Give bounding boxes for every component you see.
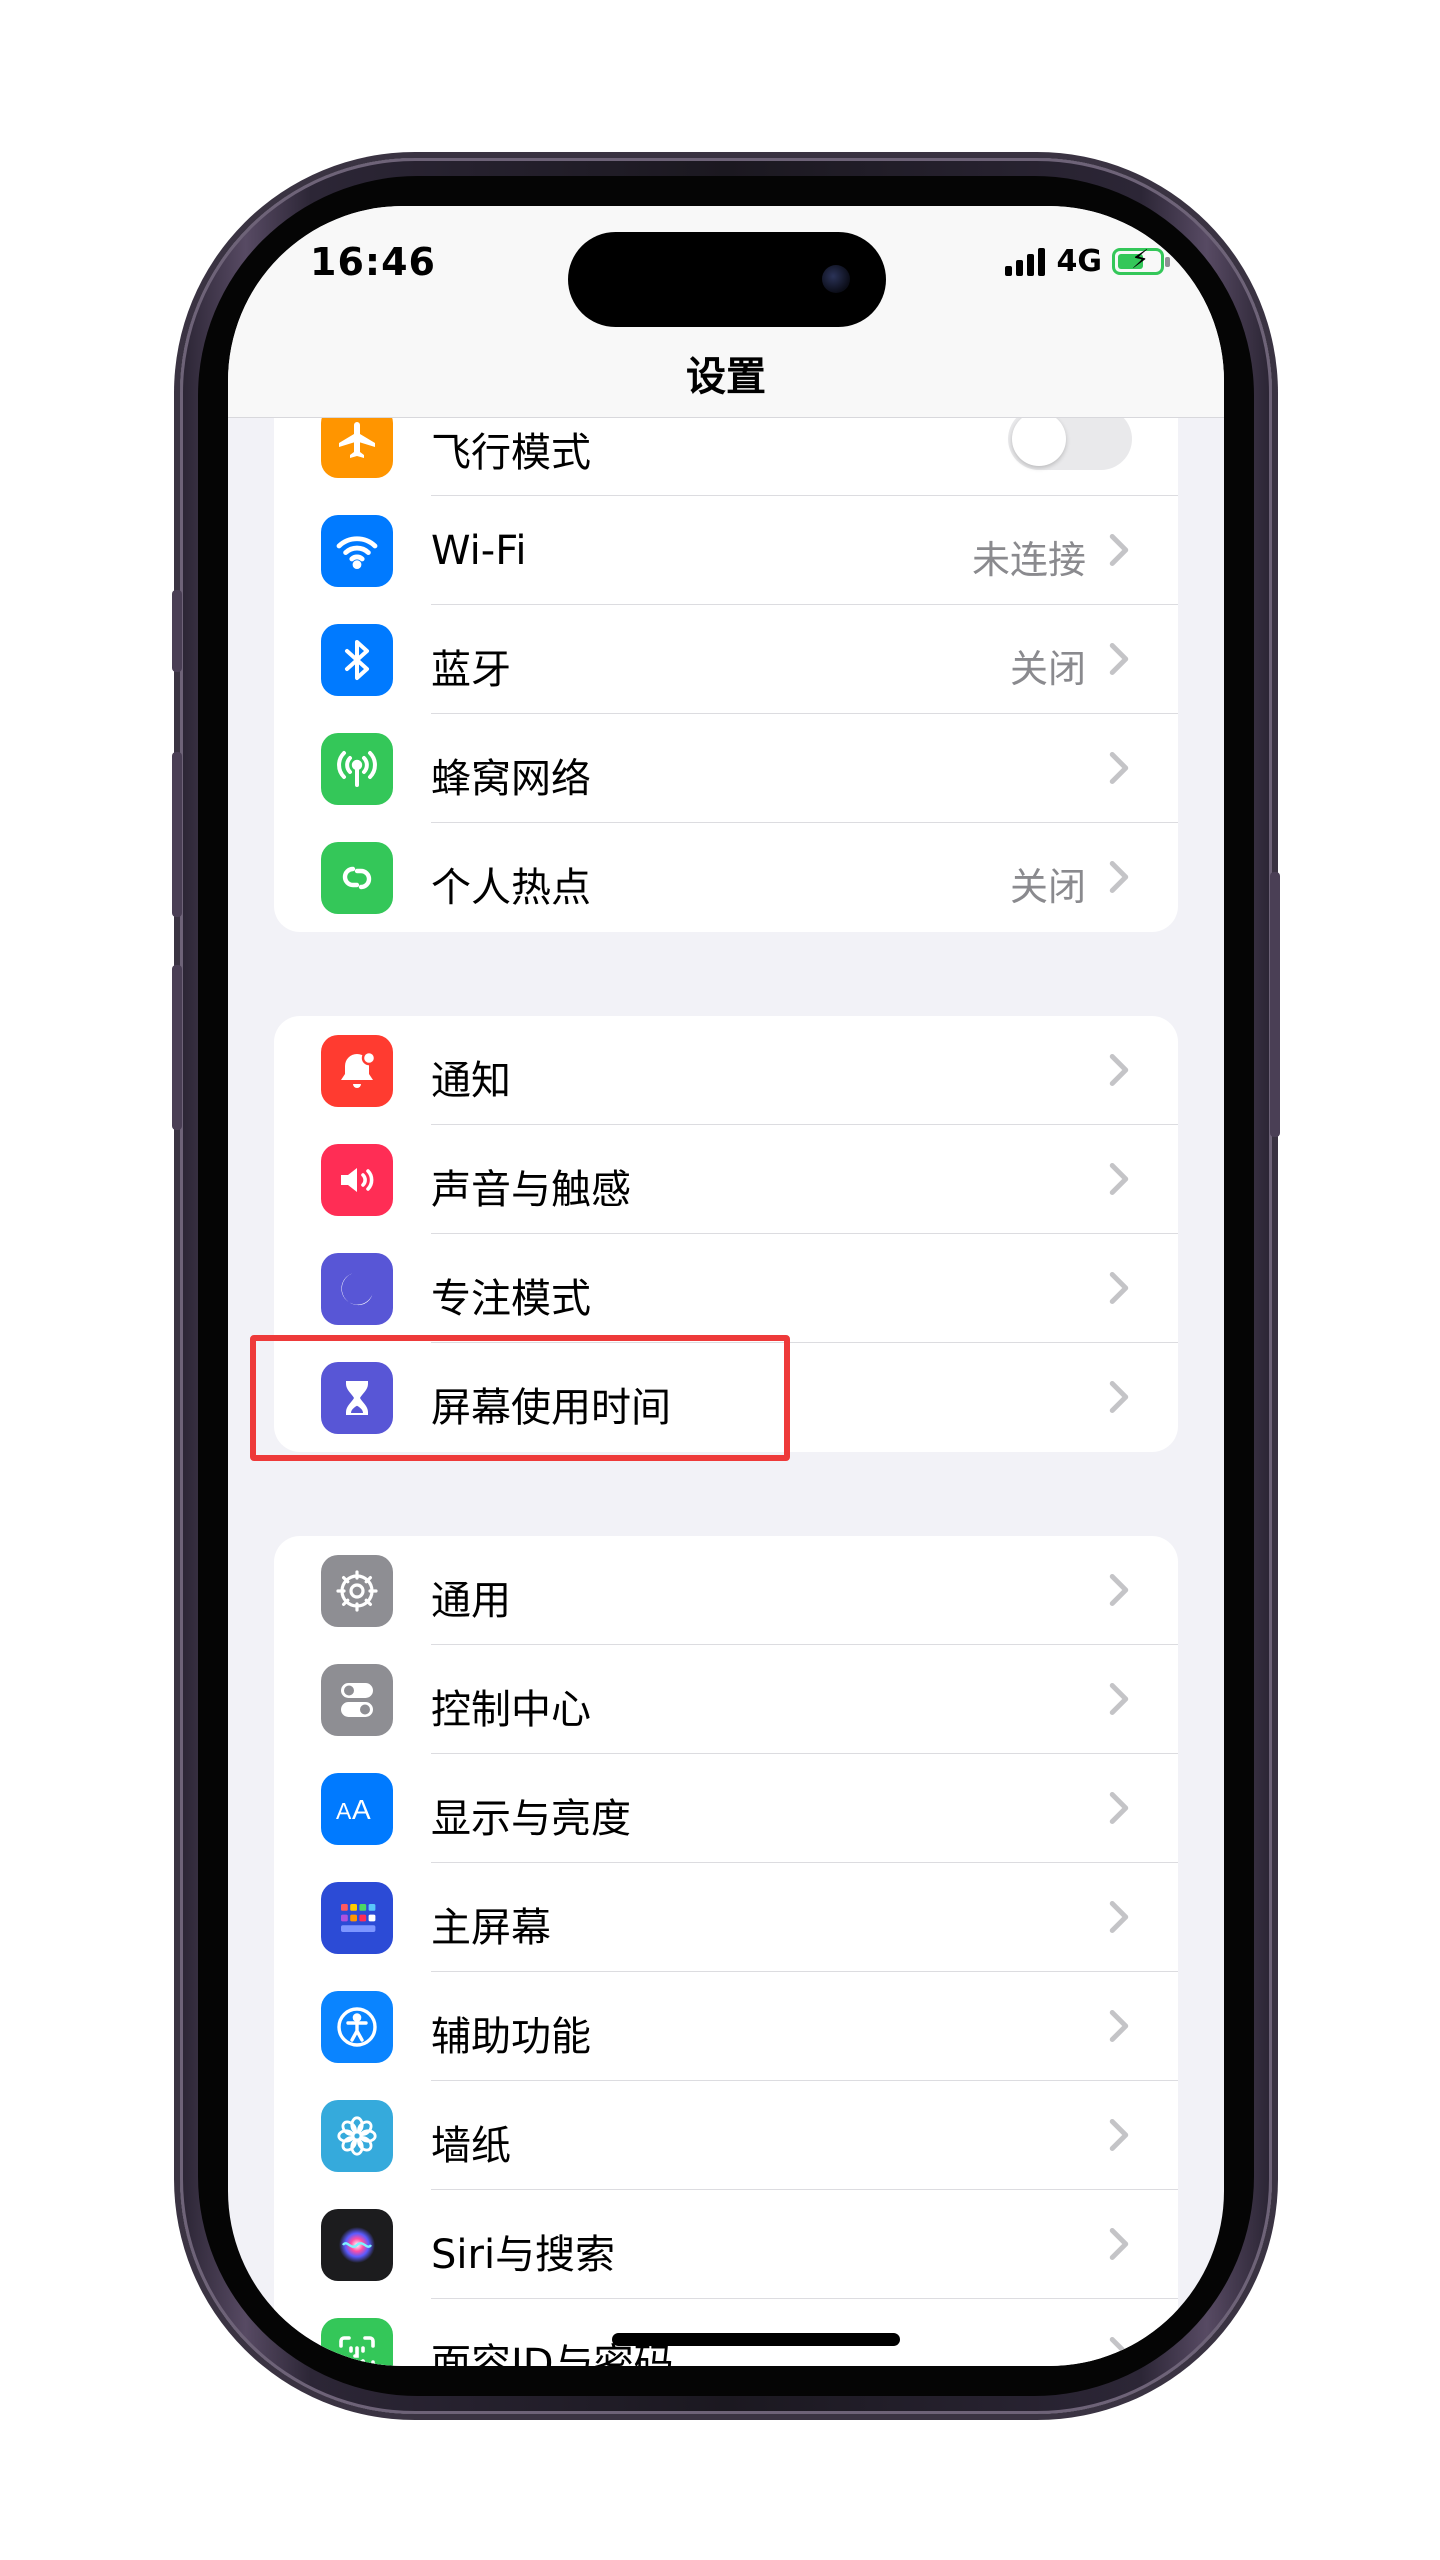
chevron-right-icon (1109, 1683, 1129, 1715)
volume-down-button (172, 965, 182, 1130)
row-label: Wi-Fi (431, 528, 527, 574)
accessibility-icon (321, 1991, 393, 2063)
svg-text:A: A (336, 1798, 352, 1824)
row-label: 蜂窝网络 (431, 756, 591, 802)
row-notifications[interactable]: 通知 (274, 1016, 1178, 1125)
chevron-right-icon (1109, 534, 1129, 566)
status-icons: 4G ⚡ (1004, 244, 1170, 279)
speaker-icon (321, 1144, 393, 1216)
row-label: 专注模式 (431, 1276, 591, 1322)
row-label: 通知 (431, 1058, 511, 1104)
row-cellular[interactable]: 蜂窝网络 (274, 714, 1178, 823)
chevron-right-icon (1109, 2337, 1129, 2366)
signal-icon (1004, 247, 1045, 276)
power-button (1270, 872, 1280, 1137)
bluetooth-icon (321, 624, 393, 696)
row-label: 个人热点 (431, 865, 591, 911)
toggles-icon (321, 1664, 393, 1736)
row-control-center[interactable]: 控制中心 (274, 1645, 1178, 1754)
front-camera-icon (822, 265, 850, 293)
app-grid-icon (321, 1882, 393, 1954)
flower-icon (321, 2100, 393, 2172)
volume-up-button (172, 752, 182, 917)
chevron-right-icon (1109, 1574, 1129, 1606)
general-group: 通用 控制中心 AA 显示与亮度 主屏幕 辅助功能 墙纸 Siri与搜索 面容I… (274, 1536, 1178, 2366)
row-label: 通用 (431, 1578, 511, 1624)
text-size-icon: AA (321, 1773, 393, 1845)
row-home-screen[interactable]: 主屏幕 (274, 1863, 1178, 1972)
chevron-right-icon (1109, 2228, 1129, 2260)
chevron-right-icon (1109, 1901, 1129, 1933)
row-value: 关闭 (1009, 647, 1086, 691)
chevron-right-icon (1109, 861, 1129, 893)
network-type: 4G (1056, 244, 1103, 279)
notification-bell-icon (321, 1035, 393, 1107)
row-label: 墙纸 (431, 2123, 511, 2169)
siri-icon (321, 2209, 393, 2281)
chevron-right-icon (1109, 2119, 1129, 2151)
row-wallpaper[interactable]: 墙纸 (274, 2081, 1178, 2190)
status-time: 16:46 (310, 240, 436, 284)
phone-screen: 16:46 4G ⚡ 设置 飞行模式 Wi-Fi 未连接 蓝牙 关闭 蜂窝网络 … (228, 206, 1224, 2366)
face-id-icon (321, 2318, 393, 2366)
page-title: 设置 (686, 354, 766, 400)
wifi-icon (321, 515, 393, 587)
row-label: 辅助功能 (431, 2014, 591, 2060)
action-button (172, 590, 182, 672)
moon-icon (321, 1253, 393, 1325)
chevron-right-icon (1109, 1272, 1129, 1304)
connectivity-group: 飞行模式 Wi-Fi 未连接 蓝牙 关闭 蜂窝网络 个人热点 关闭 (274, 382, 1178, 932)
status-and-nav-bar: 16:46 4G ⚡ 设置 (228, 206, 1224, 418)
row-label: 蓝牙 (431, 647, 511, 693)
stage: 16:46 4G ⚡ 设置 飞行模式 Wi-Fi 未连接 蓝牙 关闭 蜂窝网络 … (0, 0, 1440, 2560)
chevron-right-icon (1109, 752, 1129, 784)
row-wifi[interactable]: Wi-Fi 未连接 (274, 496, 1178, 605)
cellular-icon (321, 733, 393, 805)
home-indicator[interactable] (612, 2333, 900, 2346)
row-label: 显示与亮度 (431, 1796, 631, 1842)
chevron-right-icon (1109, 1054, 1129, 1086)
chevron-right-icon (1109, 643, 1129, 675)
chevron-right-icon (1109, 1792, 1129, 1824)
row-personal-hotspot[interactable]: 个人热点 关闭 (274, 823, 1178, 932)
screen-time-highlight-box (250, 1335, 790, 1461)
row-label: 声音与触感 (431, 1167, 631, 1213)
gear-icon (321, 1555, 393, 1627)
row-accessibility[interactable]: 辅助功能 (274, 1972, 1178, 2081)
row-value: 关闭 (1009, 865, 1086, 909)
chevron-right-icon (1109, 1381, 1129, 1413)
chevron-right-icon (1109, 2010, 1129, 2042)
hotspot-icon (321, 842, 393, 914)
row-value: 未连接 (971, 538, 1086, 582)
row-general[interactable]: 通用 (274, 1536, 1178, 1645)
battery-icon: ⚡ (1112, 247, 1170, 275)
dynamic-island (568, 232, 886, 327)
row-label: Siri与搜索 (431, 2232, 616, 2278)
chevron-right-icon (1109, 1163, 1129, 1195)
row-label: 飞行模式 (431, 430, 591, 476)
row-display-brightness[interactable]: AA 显示与亮度 (274, 1754, 1178, 1863)
row-label: 控制中心 (431, 1687, 591, 1733)
row-focus[interactable]: 专注模式 (274, 1234, 1178, 1343)
svg-text:A: A (352, 1794, 371, 1825)
row-label: 主屏幕 (431, 1905, 551, 1951)
row-siri-search[interactable]: Siri与搜索 (274, 2190, 1178, 2299)
row-sounds-haptics[interactable]: 声音与触感 (274, 1125, 1178, 1234)
row-bluetooth[interactable]: 蓝牙 关闭 (274, 605, 1178, 714)
